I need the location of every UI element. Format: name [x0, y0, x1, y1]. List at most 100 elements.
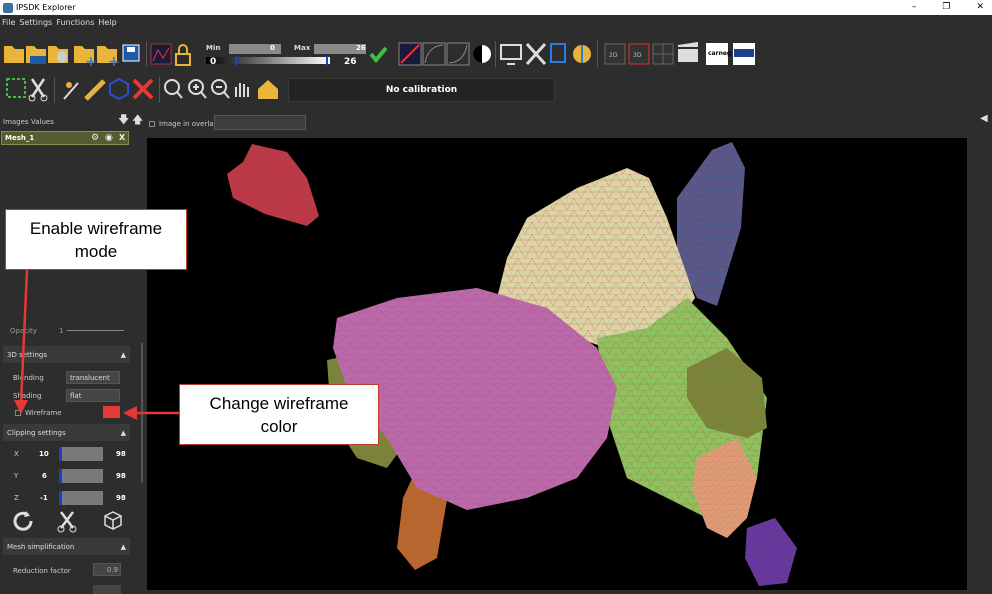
min-display: 0	[210, 57, 217, 67]
carnegie-logo-icon[interactable]: carneg	[706, 43, 731, 65]
svg-text:+: +	[108, 54, 120, 70]
window-controls: – ❐ ✕	[912, 0, 984, 15]
shading-select[interactable]: flat	[66, 389, 120, 402]
wireframe-checkbox[interactable]	[15, 410, 21, 416]
zoom-in-icon[interactable]	[188, 79, 207, 99]
menu-help[interactable]: Help	[98, 18, 116, 27]
max-value: 26	[356, 44, 366, 52]
menu-file[interactable]: File	[2, 18, 15, 27]
blending-label: Blending	[13, 374, 44, 382]
add-mesh-icon[interactable]: +	[97, 46, 120, 70]
max-label: Max	[294, 44, 311, 52]
blending-select[interactable]: translucent	[66, 371, 120, 384]
histogram-icon[interactable]	[150, 43, 172, 65]
move-down-icon[interactable]: 🡇	[118, 111, 129, 130]
view-2d-label: 2D	[609, 52, 618, 59]
mesh-particle-red	[227, 144, 319, 226]
overlay-checkbox[interactable]	[149, 121, 155, 127]
menu-functions[interactable]: Functions	[56, 18, 94, 27]
section-clipping-settings[interactable]: Clipping settings ▲	[3, 424, 130, 441]
overlay-label: Image in overlay	[159, 120, 218, 128]
menu-settings[interactable]: Settings	[19, 18, 52, 27]
min-value: 0	[270, 44, 275, 52]
close-button[interactable]: ✕	[976, 0, 984, 15]
expand-panel-icon[interactable]: ◀	[980, 113, 988, 124]
cube-icon[interactable]	[104, 511, 122, 530]
3d-viewport[interactable]	[147, 138, 967, 590]
cut-icon[interactable]	[57, 511, 77, 533]
ruler-icon[interactable]	[84, 79, 106, 101]
open-folder-icon[interactable]	[4, 46, 24, 63]
select-region-icon[interactable]	[6, 78, 26, 98]
reduction-factor-input[interactable]: 0.9	[93, 563, 121, 576]
intensity-range-slider[interactable]	[206, 57, 330, 64]
calibration-display: No calibration	[288, 78, 555, 102]
max-display: 26	[344, 57, 357, 67]
clip-x-max: 98	[116, 450, 126, 458]
display-icon[interactable]	[500, 44, 522, 65]
opacity-slider[interactable]	[67, 330, 124, 331]
reset-rotate-icon[interactable]	[13, 511, 33, 531]
mesh-list-item[interactable]: Mesh_1 ⚙ ◉ X	[1, 131, 129, 145]
mesh-remove-button[interactable]: X	[119, 133, 125, 142]
lock-icon[interactable]	[175, 44, 191, 66]
section-clipping-title: Clipping settings	[7, 428, 66, 437]
delete-icon[interactable]	[132, 78, 154, 100]
window-title: IPSDK Explorer	[16, 3, 76, 12]
exp-curve-icon[interactable]	[446, 42, 470, 66]
add-image-icon[interactable]: +	[74, 46, 97, 70]
contrast-icon[interactable]	[473, 45, 491, 63]
tab-images[interactable]: Images	[3, 118, 29, 126]
section-3d-title: 3D settings	[7, 350, 47, 359]
grid-icon[interactable]	[652, 43, 674, 65]
log-curve-icon[interactable]	[422, 42, 446, 66]
tab-values[interactable]: Values	[31, 118, 54, 126]
clip-y-slider[interactable]	[59, 469, 103, 483]
restore-button[interactable]: ❐	[942, 0, 950, 15]
view-3d-label: 3D	[633, 52, 642, 59]
wireframe-color-picker[interactable]	[103, 406, 120, 418]
visibility-eye-icon[interactable]: ◉	[105, 133, 113, 143]
wireframe-label: Wireframe	[25, 409, 62, 417]
shading-value: flat	[70, 391, 82, 400]
annotation-enable-wireframe-text: Enable wireframe mode	[29, 218, 163, 261]
shading-label: Shading	[13, 392, 42, 400]
linear-curve-icon[interactable]	[398, 42, 422, 66]
section-mesh-simplification[interactable]: Mesh simplification ▲	[3, 538, 130, 555]
app-icon	[3, 2, 13, 13]
zoom-fit-icon[interactable]	[164, 79, 183, 99]
clip-x-axis: X	[14, 450, 19, 458]
open-database-icon[interactable]	[48, 46, 68, 63]
truncated-input[interactable]	[93, 585, 121, 594]
tools-icon[interactable]	[525, 42, 547, 66]
document-search-icon[interactable]	[550, 43, 566, 63]
home-icon[interactable]	[258, 80, 278, 99]
menu-bar: File Settings Functions Help	[0, 15, 992, 29]
brain-icon[interactable]	[573, 45, 591, 63]
clapper-icon[interactable]	[678, 42, 698, 62]
move-up-icon[interactable]: 🡅	[132, 111, 143, 130]
min-label: Min	[206, 44, 221, 52]
validate-icon[interactable]	[369, 46, 388, 64]
collapse-triangle-icon: ▲	[120, 350, 126, 359]
save-icon[interactable]	[122, 44, 140, 62]
clip-x-min: 10	[39, 450, 49, 458]
overlay-select[interactable]	[214, 115, 306, 130]
zoom-out-icon[interactable]	[211, 79, 230, 99]
clip-z-slider[interactable]	[59, 491, 103, 505]
cut-icon[interactable]	[28, 78, 48, 102]
main-toolbar: + + 2D 3D carneg	[0, 36, 992, 72]
section-3d-settings[interactable]: 3D settings ▲	[3, 346, 130, 363]
settings-gear-icon[interactable]: ⚙	[91, 133, 99, 143]
michelin-logo-icon[interactable]	[733, 43, 755, 65]
minimize-button[interactable]: –	[912, 0, 917, 15]
left-panel-scrollbar[interactable]	[141, 343, 143, 483]
polygon-icon[interactable]	[109, 77, 129, 101]
magic-wand-icon[interactable]	[63, 82, 79, 100]
open-raw-icon[interactable]	[26, 46, 46, 64]
clip-x-slider[interactable]	[59, 447, 103, 461]
pan-hand-icon[interactable]	[235, 83, 249, 97]
collapse-triangle-icon: ▲	[120, 428, 126, 437]
max-slider-handle[interactable]	[326, 56, 328, 65]
min-slider-handle[interactable]	[235, 56, 237, 65]
